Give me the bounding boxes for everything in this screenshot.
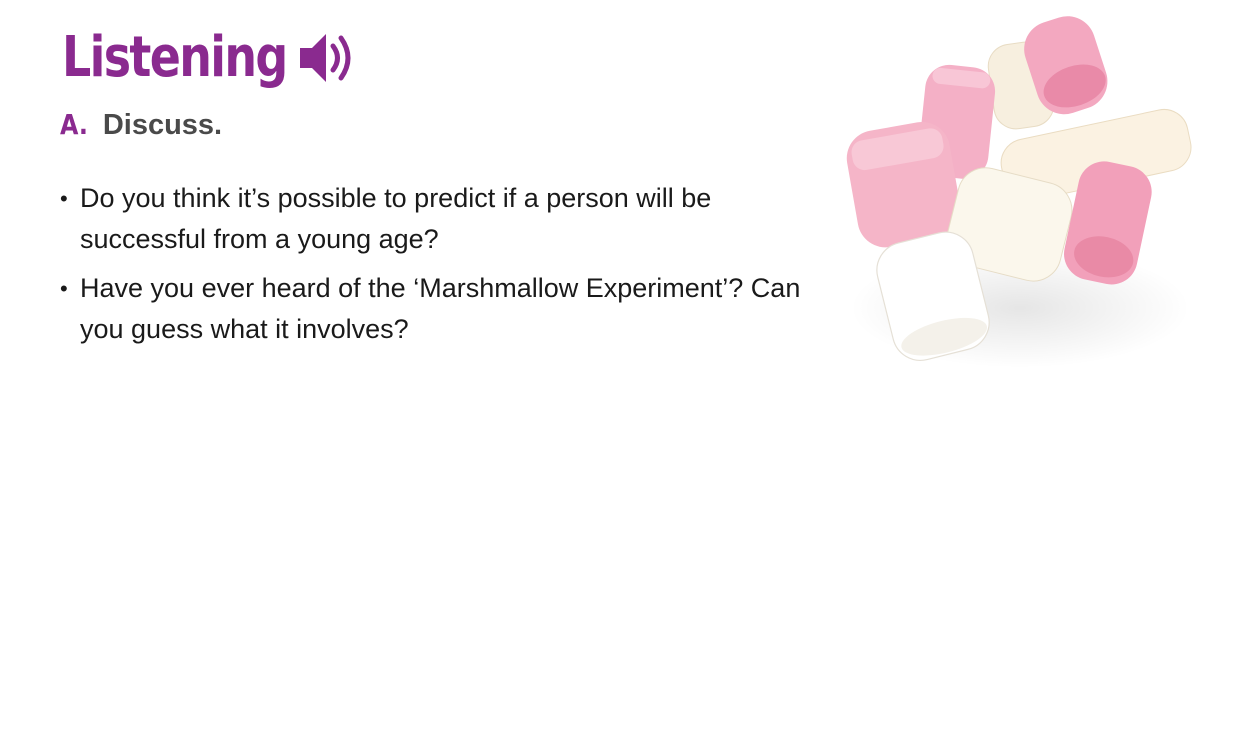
list-item-text: Have you ever heard of the ‘Marshmallow … xyxy=(80,273,801,344)
title-row: Listening xyxy=(62,22,358,94)
page-title: Listening xyxy=(62,25,288,90)
section-heading: A. Discuss. xyxy=(60,108,222,142)
bullet-icon: • xyxy=(60,276,68,301)
bullet-icon: • xyxy=(60,186,68,211)
section-title: Discuss. xyxy=(102,109,223,141)
list-item: • Do you think it’s possible to predict … xyxy=(60,178,820,260)
speaker-volume-icon[interactable] xyxy=(298,30,358,86)
list-item: • Have you ever heard of the ‘Marshmallo… xyxy=(60,268,820,350)
discussion-list: • Do you think it’s possible to predict … xyxy=(60,178,820,358)
section-letter: A. xyxy=(60,108,88,141)
list-item-text: Do you think it’s possible to predict if… xyxy=(80,183,712,254)
marshmallows-photo xyxy=(840,8,1200,380)
